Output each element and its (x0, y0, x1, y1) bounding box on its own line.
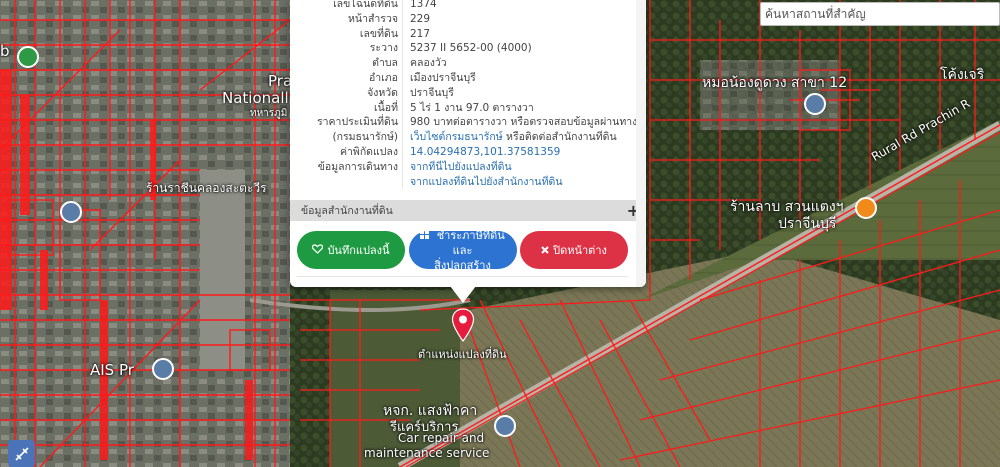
info-row-province: จังหวัด ปราจีนบุรี (290, 85, 646, 101)
map-label-prachinburi: ปราจีนบุรี (778, 216, 837, 232)
info-row-district: อำเภอ เมืองปราจีนบุรี (290, 70, 646, 86)
treasury-website-link[interactable]: เว็บไซต์กรมธนารักษ์ (410, 131, 503, 143)
info-row-deed-no: เลขโฉนดที่ดิน 1374 (290, 0, 646, 12)
popup-scrollbar[interactable] (636, 0, 646, 287)
map-pin-icon[interactable] (451, 308, 475, 342)
map-label-pra: Pra (268, 72, 293, 90)
map-label-moo-nong: หมอน้องดูดวง สาขา 12 (702, 75, 848, 91)
marker-label: ตำแหน่งแปลงที่ดิน (418, 348, 507, 361)
info-row-coordinates: ค่าพิกัดแปลง 14.04294873,101.37581359 (290, 144, 646, 160)
info-row-appraisal-price: ราคาประเมินที่ดิน 980 บาทต่อตารางวา หรือ… (290, 115, 646, 131)
heart-icon (312, 243, 324, 258)
land-office-section-title: ข้อมูลสำนักงานที่ดิน (301, 205, 393, 217)
map-label-maintenance: maintenance service (364, 446, 490, 460)
save-parcel-button[interactable]: บันทึกแปลงนี้ (297, 231, 405, 269)
close-popup-button[interactable]: ปิดหน้าต่าง (520, 231, 628, 269)
map-label-national: Nationall (222, 89, 289, 107)
map-label-ais: AIS Pr (90, 361, 134, 379)
directions-to-land-office-link[interactable]: จากแปลงที่ดินไปยังสำนักงานที่ดิน (402, 174, 642, 190)
parcel-info-popup: เลขโฉนดที่ดิน 1374 หน้าสำรวจ 229 เลขที่ด… (290, 0, 646, 287)
popup-divider (297, 276, 628, 277)
info-row-treasury-dept: (กรมธนารักษ์) เว็บไซต์กรมธนารักษ์ หรือติ… (290, 130, 646, 145)
coordinates-link[interactable]: 14.04294873,101.37581359 (402, 144, 642, 160)
info-row-subdistrict: ตำบล คลองวัว (290, 56, 646, 71)
info-row-travel: ข้อมูลการเดินทาง จากที่นี่ไปยังแปลงที่ดิ… (290, 159, 646, 175)
info-row-survey-page: หน้าสำรวจ 229 (290, 11, 646, 27)
map-label-rajini: ร้านราชีนคลองสะตะวีร (146, 181, 267, 195)
info-row-travel-2: จากแปลงที่ดินไปยังสำนักงานที่ดิน (290, 174, 646, 190)
info-row-map-sheet: ระวาง 5237 II 5652-00 (4000) (290, 41, 646, 57)
land-office-section-toggle[interactable]: ข้อมูลสำนักงานที่ดิน + (290, 200, 646, 221)
map-label-car-repair: Car repair and (398, 431, 485, 445)
directions-to-parcel-link[interactable]: จากที่นี่ไปยังแปลงที่ดิน (402, 159, 642, 175)
grid-icon (420, 229, 433, 242)
popup-pointer (450, 286, 476, 303)
parcel-info-table: เลขโฉนดที่ดิน 1374 หน้าสำรวจ 229 เลขที่ด… (290, 0, 646, 200)
land-tax-button[interactable]: ชำระภาษีที่ดินและ สิ่งปลูกสร้าง (408, 229, 517, 272)
info-row-area: เนื้อที่ 5 ไร่ 1 งาน 97.0 ตารางวา (290, 100, 646, 116)
map-label-b: b (0, 42, 10, 60)
x-icon (541, 243, 549, 258)
search-input[interactable] (760, 2, 1000, 26)
map-label-thai-small: ทหารภูมิ (250, 108, 288, 119)
ruler-icon[interactable] (8, 440, 35, 467)
popup-action-buttons: บันทึกแปลงนี้ ชำระภาษีที่ดินและ สิ่งปลูกส… (297, 229, 628, 272)
info-row-land-no: เลขที่ดิน 217 (290, 26, 646, 42)
map-label-khong: โค้งเจริ (940, 67, 985, 83)
